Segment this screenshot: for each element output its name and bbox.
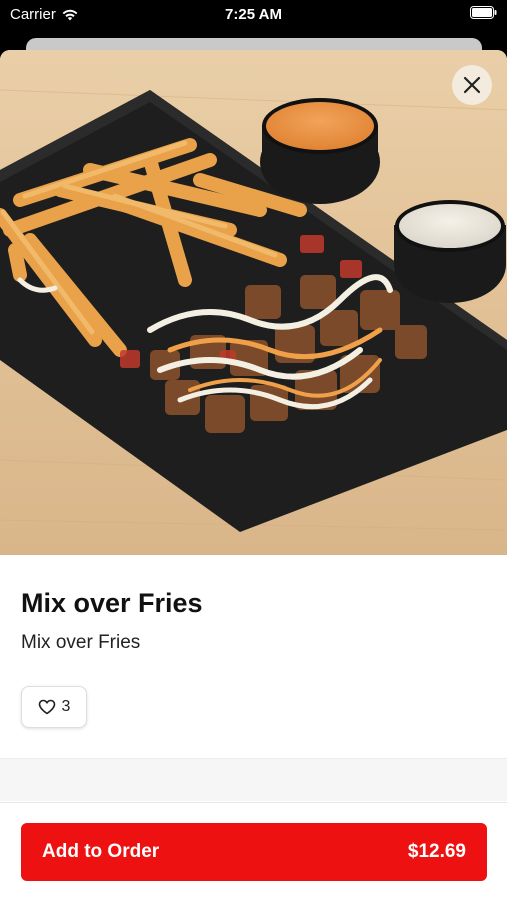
status-bar: Carrier 7:25 AM [0, 0, 507, 30]
item-price: $12.69 [407, 841, 466, 862]
item-description: Mix over Fries [21, 632, 141, 653]
add-to-order-label: Add to Order [42, 841, 160, 862]
status-time: 7:25 AM [225, 6, 282, 23]
close-icon [463, 76, 481, 94]
add-to-order-button[interactable]: Add to Order $12.69 [21, 823, 487, 881]
section-divider [0, 758, 507, 801]
item-detail-sheet: Mix over Fries Mix over Fries 3 Add to O… [0, 50, 507, 900]
like-count: 3 [61, 698, 71, 715]
close-button[interactable] [452, 65, 492, 105]
heart-icon [38, 699, 55, 715]
food-illustration [0, 89, 507, 532]
order-footer: Add to Order $12.69 [0, 802, 507, 900]
item-title: Mix over Fries [21, 588, 203, 618]
like-button[interactable]: 3 [21, 686, 87, 728]
item-photo [0, 50, 507, 555]
battery-icon [470, 6, 497, 19]
